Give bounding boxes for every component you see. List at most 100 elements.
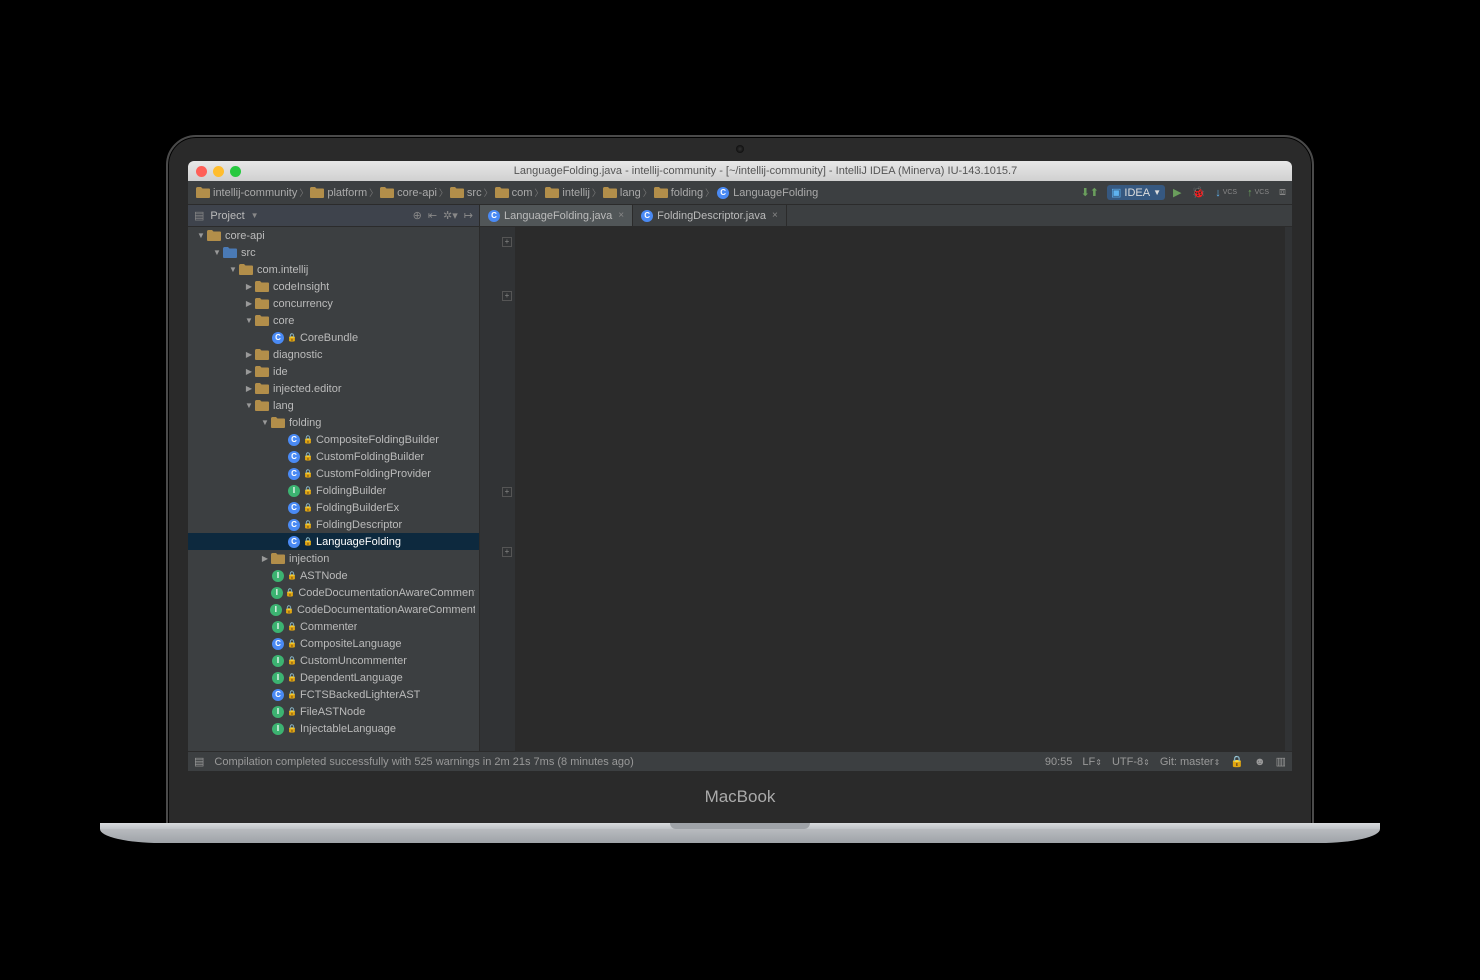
breadcrumb-item[interactable]: intellij-community: [192, 186, 301, 200]
idea-icon: ▣: [1111, 186, 1121, 199]
tree-node[interactable]: ▼ core: [188, 312, 479, 329]
tree-node[interactable]: C 🔒 CustomFoldingBuilder: [188, 448, 479, 465]
editor-canvas[interactable]: [516, 227, 1284, 751]
project-tree[interactable]: ▼ core-api▼ src▼ com.intellij▶ codeInsig…: [188, 227, 479, 751]
breadcrumb-item[interactable]: platform: [306, 186, 371, 200]
tree-node[interactable]: C 🔒 CompositeFoldingBuilder: [188, 431, 479, 448]
interface-icon: I: [270, 723, 286, 735]
caret-position[interactable]: 90:55: [1045, 756, 1073, 768]
encoding[interactable]: UTF-8⇕: [1112, 756, 1150, 768]
commit-icon[interactable]: ↑VCS: [1245, 186, 1271, 200]
tree-node[interactable]: ▼ lang: [188, 397, 479, 414]
tree-node[interactable]: ▶ injection: [188, 550, 479, 567]
tree-node[interactable]: ▶ concurrency: [188, 295, 479, 312]
tree-node[interactable]: ▶ injected.editor: [188, 380, 479, 397]
run-config-dropdown[interactable]: ▣ IDEA ▼: [1107, 185, 1165, 200]
breadcrumb-item[interactable]: core-api: [376, 186, 441, 200]
tree-node[interactable]: C 🔒 FCTSBackedLighterAST: [188, 686, 479, 703]
breadcrumb-label: platform: [327, 187, 367, 199]
lock-icon: 🔒: [287, 673, 297, 682]
fold-marker-icon[interactable]: +: [502, 291, 512, 301]
build-icon[interactable]: ⬇⬆: [1079, 185, 1101, 200]
tree-node[interactable]: ▼ com.intellij: [188, 261, 479, 278]
tree-twisty-icon[interactable]: ▶: [244, 350, 254, 359]
tree-node[interactable]: I 🔒 Commenter: [188, 618, 479, 635]
fold-marker-icon[interactable]: +: [502, 487, 512, 497]
tree-node-label: CodeDocumentationAwareCommenterEx: [297, 604, 475, 616]
window-maximize-button[interactable]: [230, 166, 241, 177]
collapse-all-icon[interactable]: ⇤: [428, 209, 437, 222]
run-button[interactable]: ▶: [1171, 185, 1183, 200]
breadcrumb-item[interactable]: intellij: [541, 186, 594, 200]
memory-indicator-icon[interactable]: ▥: [1276, 755, 1286, 768]
breadcrumb-label: folding: [671, 187, 703, 199]
fold-marker-icon[interactable]: +: [502, 237, 512, 247]
tree-node-label: CustomFoldingBuilder: [316, 451, 424, 463]
tree-node[interactable]: C 🔒 FoldingBuilderEx: [188, 499, 479, 516]
tree-twisty-icon[interactable]: ▼: [260, 418, 270, 427]
tree-twisty-icon[interactable]: ▶: [244, 367, 254, 376]
tree-node[interactable]: C 🔒 CompositeLanguage: [188, 635, 479, 652]
tree-node[interactable]: ▶ diagnostic: [188, 346, 479, 363]
editor-tab[interactable]: CFoldingDescriptor.java×: [633, 205, 787, 226]
marker-stripe[interactable]: [1284, 227, 1292, 751]
tree-node[interactable]: I 🔒 FoldingBuilder: [188, 482, 479, 499]
tree-twisty-icon[interactable]: ▼: [244, 316, 254, 325]
lock-icon[interactable]: 🔒: [1230, 755, 1244, 768]
folder-icon: [603, 187, 617, 199]
breadcrumb-label: src: [467, 187, 482, 199]
close-tab-icon[interactable]: ×: [772, 210, 778, 221]
window-minimize-button[interactable]: [213, 166, 224, 177]
tree-node[interactable]: I 🔒 CustomUncommenter: [188, 652, 479, 669]
tree-twisty-icon[interactable]: ▼: [212, 248, 222, 257]
hide-icon[interactable]: ↦: [464, 209, 473, 222]
tree-node[interactable]: ▶ ide: [188, 363, 479, 380]
editor-tab[interactable]: CLanguageFolding.java×: [480, 205, 633, 226]
tree-node[interactable]: ▼ folding: [188, 414, 479, 431]
tree-twisty-icon[interactable]: ▶: [244, 384, 254, 393]
tree-twisty-icon[interactable]: ▼: [228, 265, 238, 274]
tree-node[interactable]: ▼ core-api: [188, 227, 479, 244]
tree-twisty-icon[interactable]: ▶: [244, 299, 254, 308]
tree-node[interactable]: I 🔒 DependentLanguage: [188, 669, 479, 686]
tree-node[interactable]: I 🔒 CodeDocumentationAwareCommenter: [188, 584, 479, 601]
tree-twisty-icon[interactable]: ▼: [196, 231, 206, 240]
settings-icon[interactable]: ✲▾: [443, 209, 458, 222]
tree-node[interactable]: I 🔒 FileASTNode: [188, 703, 479, 720]
git-branch[interactable]: Git: master⇕: [1160, 756, 1221, 768]
tree-twisty-icon[interactable]: ▶: [260, 554, 270, 563]
tree-node[interactable]: I 🔒 InjectableLanguage: [188, 720, 479, 737]
tree-node[interactable]: ▼ src: [188, 244, 479, 261]
update-project-icon[interactable]: ↓VCS: [1213, 186, 1239, 200]
project-panel-header[interactable]: ▤ Project ▼ ⊕ ⇤ ✲▾ ↦: [188, 205, 479, 227]
tree-twisty-icon[interactable]: ▶: [244, 282, 254, 291]
todo-toolwindow-icon[interactable]: ▤: [194, 755, 204, 768]
tree-node[interactable]: C 🔒 CoreBundle: [188, 329, 479, 346]
tree-node[interactable]: I 🔒 CodeDocumentationAwareCommenterEx: [188, 601, 479, 618]
close-tab-icon[interactable]: ×: [618, 210, 624, 221]
laptop-brand-label: MacBook: [188, 787, 1292, 807]
line-ending[interactable]: LF⇕: [1082, 756, 1102, 768]
breadcrumb-item[interactable]: folding: [650, 186, 707, 200]
tree-node[interactable]: C 🔒 CustomFoldingProvider: [188, 465, 479, 482]
interface-icon: I: [269, 604, 283, 616]
scroll-from-source-icon[interactable]: ⊕: [413, 209, 422, 222]
tree-node-label: FoldingDescriptor: [316, 519, 402, 531]
tree-node[interactable]: I 🔒 ASTNode: [188, 567, 479, 584]
fold-marker-icon[interactable]: +: [502, 547, 512, 557]
breadcrumb-item[interactable]: lang: [599, 186, 645, 200]
window-close-button[interactable]: [196, 166, 207, 177]
package-icon: [238, 264, 254, 275]
tree-node[interactable]: C 🔒 FoldingDescriptor: [188, 516, 479, 533]
tree-node[interactable]: C 🔒 LanguageFolding: [188, 533, 479, 550]
editor-gutter[interactable]: + + + +: [480, 227, 516, 751]
breadcrumb-item[interactable]: com: [491, 186, 537, 200]
tree-twisty-icon[interactable]: ▼: [244, 401, 254, 410]
hector-icon[interactable]: ☻: [1254, 756, 1266, 768]
debug-button[interactable]: 🐞: [1189, 185, 1207, 200]
tree-node[interactable]: ▶ codeInsight: [188, 278, 479, 295]
breadcrumb-item[interactable]: CLanguageFolding: [712, 186, 822, 200]
breadcrumb-item[interactable]: src: [446, 186, 486, 200]
class-icon: C: [286, 536, 302, 548]
structure-icon[interactable]: ⧈: [1277, 185, 1288, 200]
